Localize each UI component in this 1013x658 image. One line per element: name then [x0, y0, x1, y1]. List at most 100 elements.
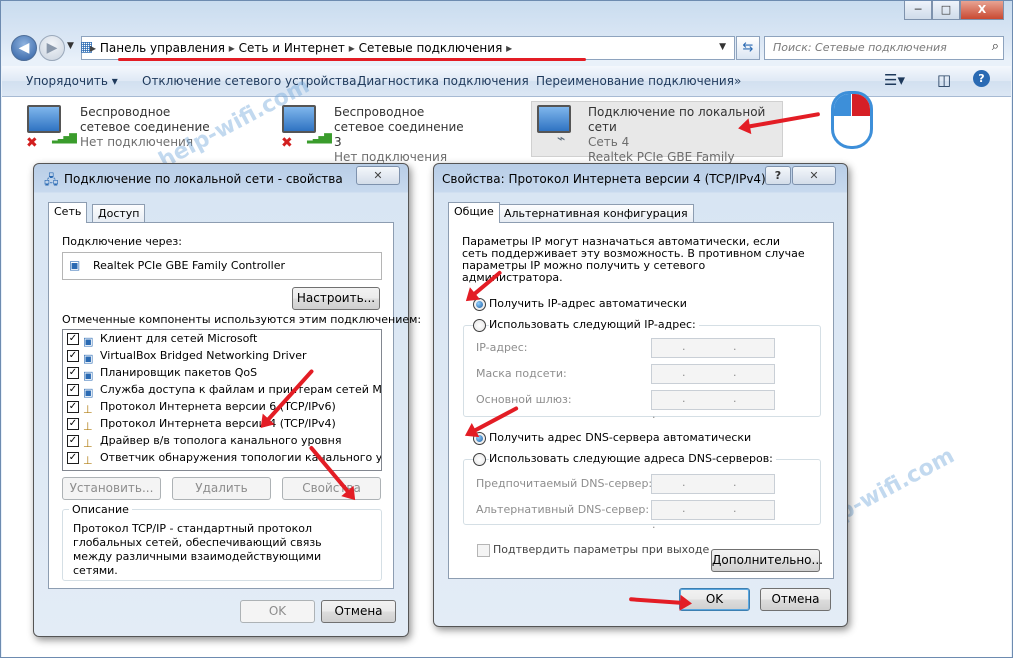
radio-ip-auto-label[interactable]: Получить IP-адрес автоматически	[489, 297, 687, 310]
rename-button[interactable]: Переименование подключения	[536, 74, 734, 88]
refresh-icon[interactable]: ⇆	[736, 36, 760, 60]
connect-using-label: Подключение через:	[62, 235, 182, 248]
connection-name: Беспроводное сетевое соединение 3	[334, 105, 464, 149]
network-icon: 🖧	[44, 173, 59, 188]
tab-general[interactable]: Общие	[448, 202, 500, 223]
radio-ip-manual-label[interactable]: Использовать следующий IP-адрес:	[489, 318, 699, 331]
adapter-field: ▣ Realtek PCIe GBE Family Controller	[62, 252, 382, 280]
protocol-icon: ⊥	[83, 437, 93, 450]
cancel-button[interactable]: Отмена	[321, 600, 396, 623]
radio-dns-manual[interactable]	[473, 453, 486, 466]
ipv4-properties-dialog: Свойства: Протокол Интернета версии 4 (T…	[433, 163, 848, 627]
component-row[interactable]: ✓ ▣ Планировщик пакетов QoS	[63, 364, 381, 382]
radio-ip-manual[interactable]	[473, 319, 486, 332]
tab-alternate-config[interactable]: Альтернативная конфигурация	[498, 204, 694, 223]
description-text: Протокол TCP/IP - стандартный протокол г…	[73, 522, 322, 577]
preferred-dns-field[interactable]: . . .	[651, 474, 775, 505]
preview-pane-icon[interactable]: ◫	[937, 71, 951, 89]
tab-sharing[interactable]: Доступ	[92, 204, 146, 223]
mouse-right-click-icon	[831, 91, 873, 149]
install-button[interactable]: Установить...	[62, 477, 161, 500]
component-checkbox[interactable]: ✓	[67, 401, 79, 413]
organize-menu[interactable]: Упорядочить ▾	[26, 74, 118, 88]
component-checkbox[interactable]: ✓	[67, 418, 79, 430]
subnet-mask-field[interactable]: . . .	[651, 364, 775, 395]
component-row[interactable]: ✓ ⊥ Ответчик обнаружения топологии канальн…	[63, 449, 381, 467]
advanced-button[interactable]: Дополнительно...	[711, 549, 823, 572]
disconnected-x-icon: ✖	[281, 135, 293, 151]
adapter-icon: ▣	[69, 258, 81, 272]
component-row[interactable]: ✓ ⊥ Протокол Интернета версии 6 (TCP/IPv6)	[63, 398, 381, 416]
cancel-button[interactable]: Отмена	[760, 588, 831, 611]
breadcrumb-item[interactable]: Сеть и Интернет	[239, 41, 345, 55]
tab-network[interactable]: Сеть	[48, 202, 88, 223]
address-dropdown-icon[interactable]: ▼	[719, 42, 726, 52]
validate-label[interactable]: Подтвердить параметры при выходе	[493, 543, 709, 556]
radio-dns-auto-label[interactable]: Получить адрес DNS-сервера автоматически	[489, 431, 751, 444]
breadcrumb-item[interactable]: Сетевые подключения	[359, 41, 503, 55]
alternate-dns-label: Альтернативный DNS-сервер:	[476, 503, 650, 516]
close-button[interactable]: ✕	[792, 166, 836, 185]
component-checkbox[interactable]: ✓	[67, 333, 79, 345]
annotation-arrow	[628, 597, 685, 605]
address-bar[interactable]: ▦ ▸ Панель управления ▸ Сеть и Интернет …	[80, 36, 735, 61]
default-gateway-field[interactable]: . . .	[651, 390, 775, 421]
view-options-icon[interactable]: ☰▾	[884, 71, 905, 89]
breadcrumb-item[interactable]: Панель управления	[100, 41, 225, 55]
search-icon[interactable]: ⌕	[992, 39, 999, 54]
history-dropdown-icon[interactable]: ▼	[67, 41, 74, 51]
component-label: Протокол Интернета версии 6 (TCP/IPv6)	[100, 400, 336, 413]
component-checkbox[interactable]: ✓	[67, 452, 79, 464]
radio-dns-manual-label[interactable]: Использовать следующие адреса DNS-сервер…	[489, 452, 776, 465]
component-checkbox[interactable]: ✓	[67, 435, 79, 447]
network-adapter-icon	[537, 105, 571, 133]
maximize-button[interactable]: □	[932, 1, 960, 20]
component-checkbox[interactable]: ✓	[67, 367, 79, 379]
network-component-icon: ▣	[83, 369, 94, 382]
uninstall-button[interactable]: Удалить	[172, 477, 271, 500]
signal-bars-icon: ▂▃▅▇	[52, 133, 77, 144]
disable-device-button[interactable]: Отключение сетевого устройства	[142, 74, 356, 88]
properties-button[interactable]: Свойства	[282, 477, 381, 500]
component-row[interactable]: ✓ ▣ VirtualBox Bridged Networking Driver	[63, 347, 381, 365]
components-list[interactable]: ✓ ▣ Клиент для сетей Microsoft ✓ ▣ VirtualBox…	[62, 329, 382, 471]
diagnose-button[interactable]: Диагностика подключения	[357, 74, 529, 88]
search-input[interactable]: Поиск: Сетевые подключения ⌕	[764, 36, 1004, 60]
breadcrumb-separator-icon: ▸	[228, 41, 239, 55]
close-button[interactable]: X	[960, 1, 1004, 20]
component-checkbox[interactable]: ✓	[67, 350, 79, 362]
breadcrumb-separator-icon: ▸	[348, 41, 359, 55]
alternate-dns-field[interactable]: . . .	[651, 500, 775, 531]
preferred-dns-label: Предпочитаемый DNS-сервер:	[476, 477, 653, 490]
intro-text: Параметры IP могут назначаться автоматич…	[462, 235, 805, 284]
network-component-icon: ▣	[83, 386, 94, 399]
forward-button[interactable]: ▶	[39, 35, 65, 61]
back-button[interactable]: ◀	[11, 35, 37, 61]
help-button[interactable]: ?	[765, 166, 791, 185]
component-label: Протокол Интернета версии 4 (TCP/IPv4)	[100, 417, 336, 430]
dialog-title: Подключение по локальной сети - свойства	[64, 172, 343, 186]
minimize-button[interactable]: ─	[904, 1, 932, 20]
default-gateway-label: Основной шлюз:	[476, 393, 572, 406]
component-row[interactable]: ✓ ▣ Клиент для сетей Microsoft	[63, 330, 381, 348]
connection-item-wireless-3[interactable]: Беспроводное сетевое соединение 3 Нет по…	[334, 105, 474, 165]
configure-button[interactable]: Настроить...	[292, 287, 380, 310]
description-title: Описание	[69, 503, 132, 516]
ok-button[interactable]: OK	[240, 600, 315, 623]
more-commands-button[interactable]: »	[734, 74, 741, 88]
network-component-icon: ▣	[83, 352, 94, 365]
search-placeholder: Поиск: Сетевые подключения	[773, 41, 947, 54]
component-row[interactable]: ✓ ⊥ Драйвер в/в тополога канального уровня	[63, 432, 381, 450]
description-group: Описание Протокол TCP/IP - стандартный п…	[62, 503, 382, 581]
close-button[interactable]: ✕	[356, 166, 400, 185]
component-row[interactable]: ✓ ⊥ Протокол Интернета версии 4 (TCP/IPv4)	[63, 415, 381, 433]
validate-checkbox[interactable]	[477, 544, 490, 557]
ip-address-field[interactable]: . . .	[651, 338, 775, 369]
component-label: VirtualBox Bridged Networking Driver	[100, 349, 307, 362]
component-label: Драйвер в/в тополога канального уровня	[100, 434, 342, 447]
component-label: Служба доступа к файлам и принтерам сете…	[100, 383, 382, 396]
protocol-icon: ⊥	[83, 454, 93, 467]
component-row[interactable]: ✓ ▣ Служба доступа к файлам и принтерам се…	[63, 381, 382, 399]
component-checkbox[interactable]: ✓	[67, 384, 79, 396]
help-icon[interactable]: ?	[973, 70, 990, 87]
